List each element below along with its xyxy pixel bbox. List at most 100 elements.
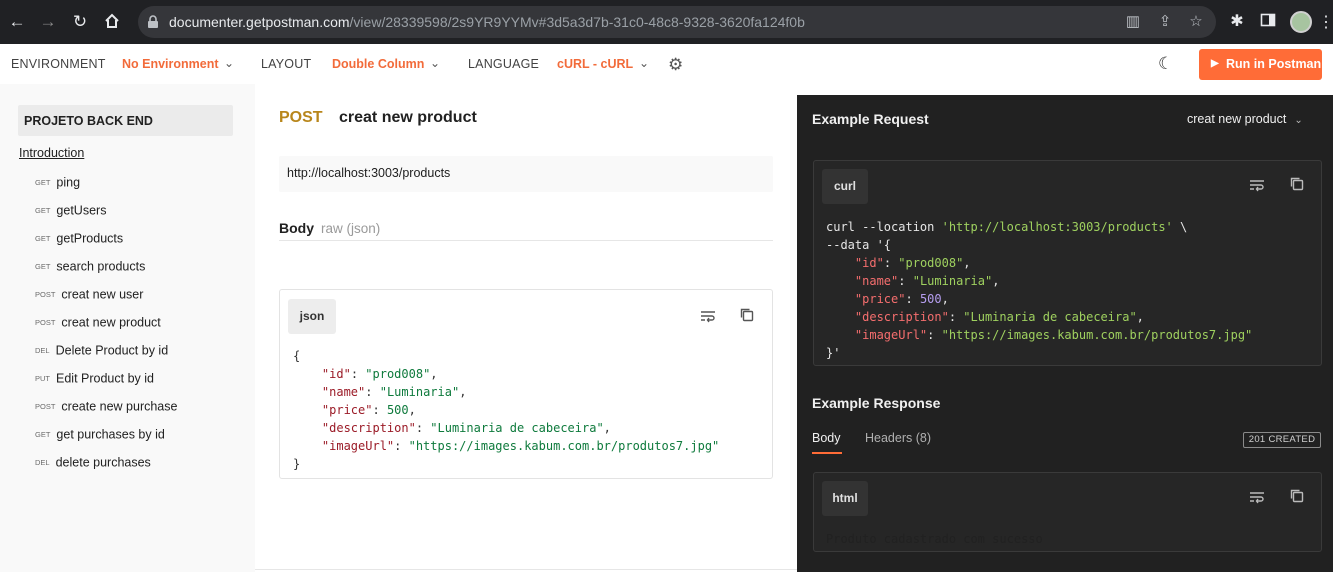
tab-headers[interactable]: Headers (8) xyxy=(865,431,931,445)
code-key: "name" xyxy=(321,385,366,399)
sidebar-item-label: Delete Product by id xyxy=(55,343,169,358)
example-response-title: Example Response xyxy=(812,395,941,411)
code-value: 500 xyxy=(919,292,942,306)
address-bar[interactable]: documenter.getpostman.com/view/28339598/… xyxy=(138,6,1216,38)
method-badge: POST xyxy=(35,318,56,328)
sidebar-item-label: Edit Product by id xyxy=(56,371,154,386)
introduction-link[interactable]: Introduction xyxy=(19,146,84,160)
request-details: POST creat new product http://localhost:… xyxy=(255,84,797,572)
code-key: "price" xyxy=(321,403,373,417)
sidebar-item[interactable]: GET getProducts xyxy=(35,230,123,248)
curl-data-flag: --data ' xyxy=(826,238,884,252)
docs-topbar: ENVIRONMENT No Environment ⌄ LAYOUT Doub… xyxy=(0,44,1333,84)
curl-command: curl --location xyxy=(826,220,942,234)
json-language-tab[interactable]: json xyxy=(288,299,336,334)
code-key: "imageUrl" xyxy=(321,439,395,453)
wrap-lines-icon[interactable] xyxy=(699,307,717,325)
environment-select[interactable]: No Environment xyxy=(122,57,219,71)
run-in-postman-button[interactable]: ▶ Run in Postman xyxy=(1199,49,1322,80)
code-value: "Luminaria de cabeceira" xyxy=(963,310,1137,324)
code-value: "https://images.kabum.com.br/produtos7.j… xyxy=(408,439,720,453)
share-icon[interactable]: ⇪ xyxy=(1156,13,1174,31)
status-badge: 201 CREATED xyxy=(1243,432,1321,448)
method-badge: GET xyxy=(35,206,51,216)
sidebar-item[interactable]: DEL Delete Product by id xyxy=(35,342,168,360)
wrap-lines-icon[interactable] xyxy=(1248,488,1266,506)
sidebar-item-label: getProducts xyxy=(56,231,124,246)
profile-avatar[interactable] xyxy=(1290,11,1312,33)
code-brace: }' xyxy=(826,346,841,360)
sidebar-item[interactable]: PUT Edit Product by id xyxy=(35,370,154,388)
browser-menu-icon[interactable]: ⋮ xyxy=(1318,12,1333,32)
forward-arrow-icon[interactable]: → xyxy=(38,12,58,32)
request-url: http://localhost:3003/products xyxy=(279,156,773,192)
code-brace: { xyxy=(883,238,892,252)
wrap-lines-icon[interactable] xyxy=(1248,176,1266,194)
extensions-icon[interactable]: ✱ xyxy=(1227,12,1247,32)
collection-title[interactable]: PROJETO BACK END xyxy=(18,105,233,136)
code-key: "id" xyxy=(854,256,884,270)
code-key: "imageUrl" xyxy=(854,328,928,342)
example-select[interactable]: creat new product ⌄ xyxy=(1187,112,1303,126)
body-type: raw (json) xyxy=(321,221,381,236)
code-brace: } xyxy=(293,457,301,471)
sidebar-item[interactable]: GET search products xyxy=(35,258,145,276)
language-label: LANGUAGE xyxy=(468,57,540,71)
code-key: "id" xyxy=(321,367,351,381)
reload-icon[interactable]: ↻ xyxy=(70,12,90,32)
method-badge: PUT xyxy=(35,374,50,384)
copy-icon[interactable] xyxy=(1288,175,1306,193)
translate-icon[interactable]: ▥ xyxy=(1124,13,1142,31)
side-panel-icon[interactable] xyxy=(1258,12,1278,32)
dark-mode-moon-icon[interactable]: ☾ xyxy=(1158,54,1173,74)
sidebar-item-label: delete purchases xyxy=(55,455,151,470)
method-badge: POST xyxy=(35,402,56,412)
method-badge: DEL xyxy=(35,458,50,468)
language-select[interactable]: cURL - cURL xyxy=(557,57,633,71)
chevron-down-icon: ⌄ xyxy=(224,56,235,70)
method-badge: POST xyxy=(35,290,56,300)
code-brace: { xyxy=(293,349,301,363)
method-badge: GET xyxy=(35,430,51,440)
sidebar-item-label: ping xyxy=(56,175,81,190)
example-request-code: curl --location 'http://localhost:3003/p… xyxy=(826,220,1253,360)
copy-icon[interactable] xyxy=(1288,487,1306,505)
code-key: "description" xyxy=(854,310,949,324)
sidebar: PROJETO BACK END Introduction GET ping GET… xyxy=(0,84,255,572)
html-language-tab[interactable]: html xyxy=(822,481,868,516)
code-value: "Luminaria" xyxy=(379,385,460,399)
request-body-code: { "id": "prod008", "name": "Luminaria", … xyxy=(293,349,720,471)
lock-icon xyxy=(147,15,161,29)
body-label: Body xyxy=(279,220,314,236)
back-arrow-icon[interactable]: ← xyxy=(7,12,27,32)
chevron-down-icon: ⌄ xyxy=(430,56,441,70)
environment-label: ENVIRONMENT xyxy=(11,57,106,71)
active-tab-indicator xyxy=(812,452,842,454)
curl-continuation: \ xyxy=(1172,220,1188,234)
gear-icon[interactable]: ⚙ xyxy=(668,55,683,75)
curl-language-tab[interactable]: curl xyxy=(822,169,868,204)
code-value: "Luminaria" xyxy=(912,274,993,288)
sidebar-item[interactable]: POST creat new product xyxy=(35,314,161,332)
code-key: "name" xyxy=(854,274,899,288)
sidebar-item[interactable]: POST create new purchase xyxy=(35,398,177,416)
example-response-code-card: html Produto cadastrado com sucesso xyxy=(813,472,1322,552)
request-method: POST xyxy=(279,109,323,126)
sidebar-item-label: creat new user xyxy=(61,287,144,302)
method-badge: DEL xyxy=(35,346,50,356)
request-title: creat new product xyxy=(339,109,477,126)
tab-body[interactable]: Body xyxy=(812,431,841,445)
sidebar-item[interactable]: GET ping xyxy=(35,174,80,192)
request-body-code-card: json { "id": "prod008", "name": "Luminar… xyxy=(279,289,773,479)
sidebar-item[interactable]: DEL delete purchases xyxy=(35,454,151,472)
example-request-title: Example Request xyxy=(812,111,929,127)
bookmark-star-icon[interactable]: ☆ xyxy=(1187,13,1205,31)
sidebar-item[interactable]: GET get purchases by id xyxy=(35,426,165,444)
sidebar-item[interactable]: GET getUsers xyxy=(35,202,106,220)
method-badge: GET xyxy=(35,234,51,244)
sidebar-item[interactable]: POST creat new user xyxy=(35,286,143,304)
home-icon[interactable] xyxy=(102,12,122,32)
layout-select[interactable]: Double Column xyxy=(332,57,424,71)
copy-icon[interactable] xyxy=(738,306,756,324)
example-request-code-card: curl curl --location 'http://localhost:3… xyxy=(813,160,1322,366)
